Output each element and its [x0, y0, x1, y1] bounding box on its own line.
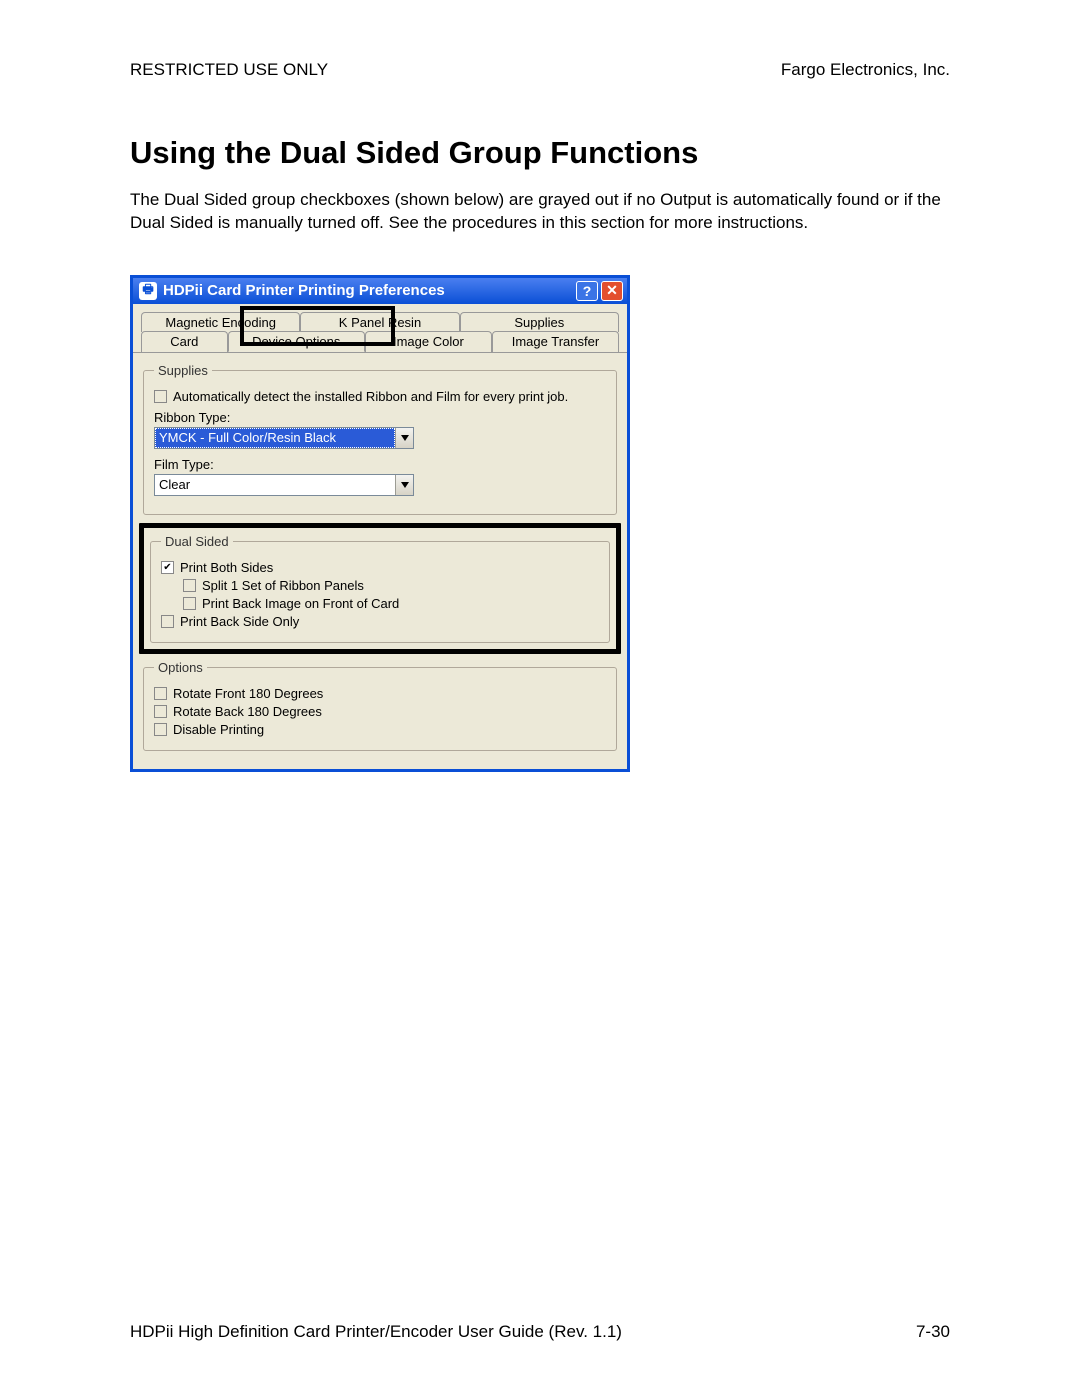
ribbon-type-label: Ribbon Type: — [154, 410, 606, 425]
film-type-label: Film Type: — [154, 457, 606, 472]
split-panels-label: Split 1 Set of Ribbon Panels — [202, 578, 364, 593]
supplies-group: Supplies Automatically detect the instal… — [143, 363, 617, 515]
rotate-front-label: Rotate Front 180 Degrees — [173, 686, 323, 701]
print-back-front-checkbox[interactable] — [183, 597, 196, 610]
tab-magnetic-encoding[interactable]: Magnetic Encoding — [141, 312, 300, 332]
chevron-down-icon — [395, 475, 413, 495]
footer-page: 7-30 — [916, 1322, 950, 1342]
dual-sided-highlight: Dual Sided ✔ Print Both Sides Split 1 Se… — [139, 523, 621, 654]
help-button[interactable]: ? — [576, 281, 598, 301]
close-button[interactable]: ✕ — [601, 281, 623, 301]
auto-detect-label: Automatically detect the installed Ribbo… — [173, 389, 568, 404]
options-group: Options Rotate Front 180 Degrees Rotate … — [143, 660, 617, 751]
restricted-label: RESTRICTED USE ONLY — [130, 60, 328, 80]
tab-supplies[interactable]: Supplies — [460, 312, 619, 332]
print-back-only-label: Print Back Side Only — [180, 614, 299, 629]
print-both-sides-checkbox[interactable]: ✔ — [161, 561, 174, 574]
print-back-front-label: Print Back Image on Front of Card — [202, 596, 399, 611]
dual-sided-group: Dual Sided ✔ Print Both Sides Split 1 Se… — [150, 534, 610, 643]
tab-card[interactable]: Card — [141, 331, 228, 352]
ribbon-type-dropdown[interactable]: YMCK - Full Color/Resin Black — [154, 427, 414, 449]
print-both-sides-label: Print Both Sides — [180, 560, 273, 575]
company-label: Fargo Electronics, Inc. — [781, 60, 950, 80]
rotate-front-checkbox[interactable] — [154, 687, 167, 700]
print-back-only-checkbox[interactable] — [161, 615, 174, 628]
screenshot-dialog: 🖶 HDPii Card Printer Printing Preference… — [130, 275, 630, 772]
page-title: Using the Dual Sided Group Functions — [130, 135, 950, 171]
split-panels-checkbox[interactable] — [183, 579, 196, 592]
printer-icon: 🖶 — [139, 282, 157, 300]
rotate-back-label: Rotate Back 180 Degrees — [173, 704, 322, 719]
tab-image-transfer[interactable]: Image Transfer — [492, 331, 619, 352]
ribbon-type-value: YMCK - Full Color/Resin Black — [155, 428, 395, 448]
dialog-title: HDPii Card Printer Printing Preferences — [163, 282, 445, 299]
options-legend: Options — [154, 660, 207, 675]
intro-paragraph: The Dual Sided group checkboxes (shown b… — [130, 189, 950, 235]
tab-strip: Magnetic Encoding K Panel Resin Supplies… — [133, 304, 627, 352]
disable-printing-label: Disable Printing — [173, 722, 264, 737]
rotate-back-checkbox[interactable] — [154, 705, 167, 718]
film-type-value: Clear — [155, 475, 395, 495]
tab-image-color[interactable]: Image Color — [365, 331, 492, 352]
footer-guide: HDPii High Definition Card Printer/Encod… — [130, 1322, 622, 1342]
titlebar: 🖶 HDPii Card Printer Printing Preference… — [133, 278, 627, 304]
auto-detect-checkbox[interactable] — [154, 390, 167, 403]
tab-k-panel-resin[interactable]: K Panel Resin — [300, 312, 459, 332]
disable-printing-checkbox[interactable] — [154, 723, 167, 736]
dual-sided-legend: Dual Sided — [161, 534, 233, 549]
tab-device-options[interactable]: Device Options — [228, 331, 365, 352]
supplies-legend: Supplies — [154, 363, 212, 378]
film-type-dropdown[interactable]: Clear — [154, 474, 414, 496]
chevron-down-icon — [395, 428, 413, 448]
